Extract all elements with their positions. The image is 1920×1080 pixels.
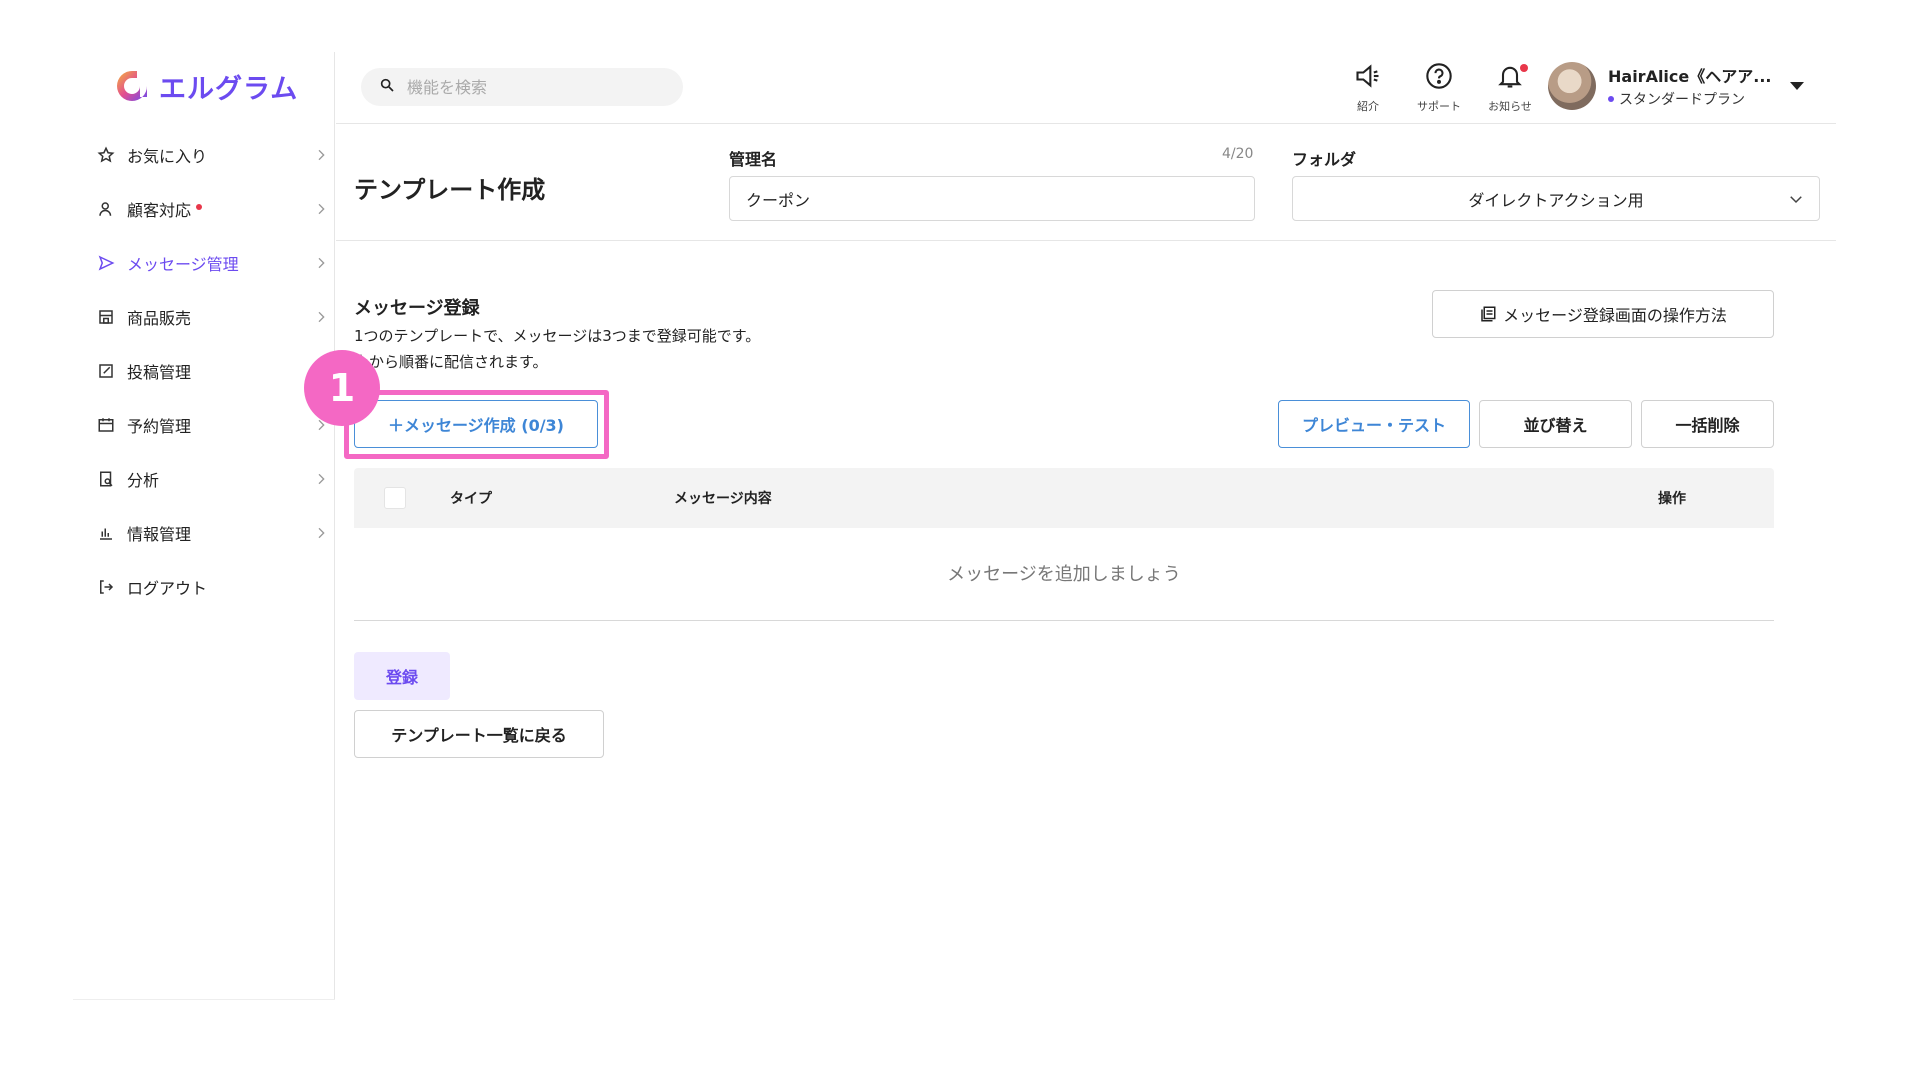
howto-label: メッセージ登録画面の操作方法 xyxy=(1503,306,1727,325)
page-title: テンプレート作成 xyxy=(354,176,546,204)
logout-icon xyxy=(97,578,115,596)
plan-dot xyxy=(1608,96,1614,102)
top-header: 紹介 サポート お知らせ HairAlice《ヘアア... スタンダードプラン xyxy=(336,52,1836,124)
megaphone-icon xyxy=(1354,62,1382,94)
avatar xyxy=(1548,62,1596,110)
chevron-right-icon xyxy=(313,309,329,325)
preview-test-button[interactable]: プレビュー・テスト xyxy=(1278,400,1470,448)
report-icon xyxy=(97,470,115,488)
app-logo[interactable]: エルグラム xyxy=(113,66,298,106)
empty-state-message: メッセージを追加しましょう xyxy=(947,564,1181,585)
sidebar-item-reservation-management[interactable]: 予約管理 xyxy=(73,398,335,452)
sidebar-item-analytics[interactable]: 分析 xyxy=(73,452,335,506)
notifications-label: お知らせ xyxy=(1488,100,1532,113)
support-button[interactable]: サポート xyxy=(1409,62,1469,114)
user-menu[interactable]: HairAlice《ヘアア... スタンダードプラン xyxy=(1548,62,1804,110)
search-icon xyxy=(379,77,395,97)
sidebar-item-label: 情報管理 xyxy=(127,525,192,544)
column-header-content: メッセージ内容 xyxy=(674,491,772,507)
name-field-label: 管理名 xyxy=(729,150,778,169)
sidebar-item-label: メッセージ管理 xyxy=(127,255,239,274)
folder-field-label: フォルダ xyxy=(1292,150,1357,169)
folder-select[interactable]: ダイレクトアクション用 xyxy=(1292,176,1820,221)
column-header-type: タイプ xyxy=(450,491,492,507)
back-to-templates-button[interactable]: テンプレート一覧に戻る xyxy=(354,710,604,758)
sidebar-item-label: お気に入り xyxy=(127,147,208,166)
bulk-delete-button[interactable]: 一括削除 xyxy=(1641,400,1774,448)
chevron-right-icon xyxy=(313,201,329,217)
intro-button[interactable]: 紹介 xyxy=(1338,62,1398,114)
sidebar-item-customer-support[interactable]: 顧客対応 xyxy=(73,182,335,236)
notification-dot xyxy=(1520,64,1528,72)
plan-label: スタンダードプラン xyxy=(1619,92,1745,108)
user-name: HairAlice《ヘアア... xyxy=(1608,67,1772,86)
sidebar-item-favorites[interactable]: お気に入り xyxy=(73,128,335,182)
sidebar-divider xyxy=(73,999,335,1000)
description-line: 1つのテンプレートで、メッセージは3つまで登録可能です。 xyxy=(354,327,761,345)
sidebar-item-label: 顧客対応 xyxy=(127,201,192,220)
chevron-down-icon xyxy=(1787,190,1805,208)
help-icon xyxy=(1425,62,1453,94)
create-message-button[interactable]: ＋メッセージ作成 (0/3) xyxy=(354,400,598,448)
edit-icon xyxy=(97,362,115,380)
chevron-right-icon xyxy=(313,255,329,271)
logo-text: エルグラム xyxy=(159,73,299,105)
user-icon xyxy=(97,200,115,218)
user-plan: スタンダードプラン xyxy=(1608,89,1772,109)
name-field[interactable]: クーポン xyxy=(729,176,1255,221)
table-header: タイプ メッセージ内容 操作 xyxy=(354,468,1774,528)
calendar-icon xyxy=(97,416,115,434)
sort-button[interactable]: 並び替え xyxy=(1479,400,1632,448)
chevron-right-icon xyxy=(313,147,329,163)
support-label: サポート xyxy=(1417,100,1461,113)
sidebar-item-label: 予約管理 xyxy=(127,417,192,436)
star-icon xyxy=(97,146,115,164)
name-char-counter: 4/20 xyxy=(1222,146,1254,162)
sidebar-item-product-sales[interactable]: 商品販売 xyxy=(73,290,335,344)
send-icon xyxy=(97,254,115,272)
description-line: 上から順番に配信されます。 xyxy=(354,353,548,371)
sidebar-nav: お気に入り 顧客対応 メッセージ管理 商品販売 投稿管理 予約管理 分析 情報管… xyxy=(73,128,335,614)
sidebar: エルグラム お気に入り 顧客対応 メッセージ管理 商品販売 投稿管理 予約管理 … xyxy=(73,52,335,1000)
table-divider xyxy=(354,620,1774,621)
column-header-actions: 操作 xyxy=(1658,491,1686,507)
store-icon xyxy=(97,308,115,326)
logo-icon xyxy=(113,67,151,105)
sidebar-item-label: 投稿管理 xyxy=(127,363,192,382)
sidebar-item-logout[interactable]: ログアウト xyxy=(73,560,335,614)
section-description: 1つのテンプレートで、メッセージは3つまで登録可能です。 上から順番に配信されま… xyxy=(354,323,760,375)
folder-select-value: ダイレクトアクション用 xyxy=(1468,190,1644,210)
intro-label: 紹介 xyxy=(1357,100,1379,113)
notifications-button[interactable]: お知らせ xyxy=(1480,62,1540,114)
notification-dot xyxy=(196,204,203,210)
chevron-right-icon xyxy=(313,525,329,541)
sidebar-item-info-management[interactable]: 情報管理 xyxy=(73,506,335,560)
section-title: メッセージ登録 xyxy=(354,298,480,319)
sidebar-item-message-management[interactable]: メッセージ管理 xyxy=(73,236,335,290)
step-badge: 1 xyxy=(304,350,380,426)
template-form-header: テンプレート作成 管理名 4/20 クーポン フォルダ ダイレクトアクション用 xyxy=(336,124,1836,241)
chart-icon xyxy=(97,524,115,542)
sidebar-item-post-management[interactable]: 投稿管理 xyxy=(73,344,335,398)
select-all-checkbox[interactable] xyxy=(384,487,406,509)
sidebar-item-label: 分析 xyxy=(127,471,160,490)
register-button[interactable]: 登録 xyxy=(354,652,450,700)
book-icon xyxy=(1479,305,1497,323)
caret-down-icon xyxy=(1789,82,1804,90)
howto-button[interactable]: メッセージ登録画面の操作方法 xyxy=(1432,290,1774,338)
sidebar-item-label: ログアウト xyxy=(127,579,208,598)
chevron-right-icon xyxy=(313,471,329,487)
search-input[interactable] xyxy=(407,77,657,97)
search-bar[interactable] xyxy=(361,68,683,106)
sidebar-item-label: 商品販売 xyxy=(127,309,192,328)
